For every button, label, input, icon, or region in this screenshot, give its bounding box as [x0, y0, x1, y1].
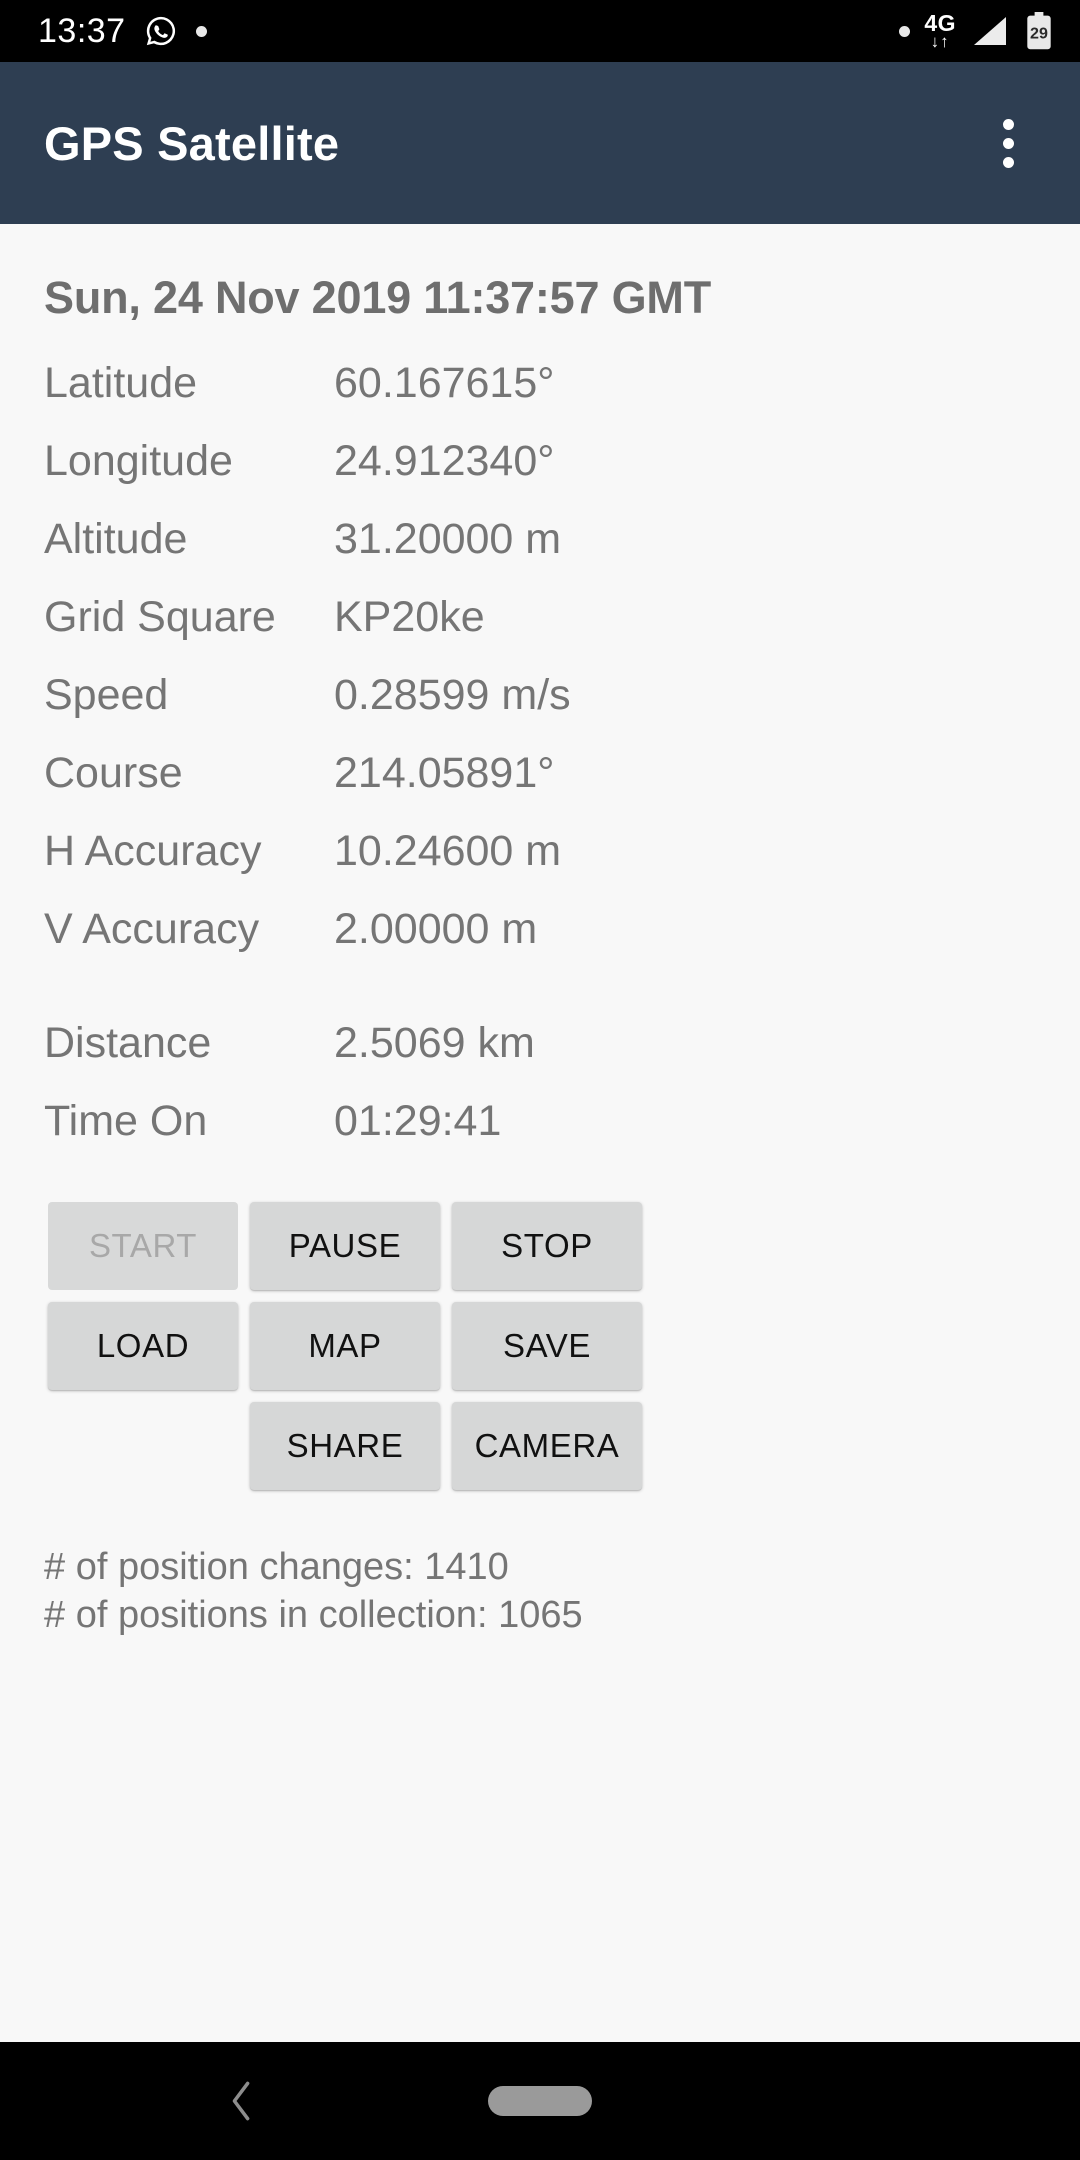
positions-collection-stat: # of positions in collection: 1065	[44, 1593, 583, 1636]
save-button[interactable]: SAVE	[452, 1302, 642, 1390]
table-row: Speed 0.28599 m/s	[44, 656, 1036, 734]
table-row: Course 214.05891°	[44, 734, 1036, 812]
table-row: H Accuracy 10.24600 m	[44, 812, 1036, 890]
position-rows-body: Latitude 60.167615° Longitude 24.912340°…	[44, 344, 1036, 968]
table-row: Time On 01:29:41	[44, 1082, 1036, 1160]
mobile-network-icon: 4G ↓↑	[924, 12, 956, 51]
action-button-grid: START PAUSE STOP LOAD MAP SAVE SHARE CAM…	[44, 1202, 1036, 1490]
row-value: 2.00000 m	[334, 904, 538, 953]
row-value: 01:29:41	[334, 1096, 502, 1145]
row-label: Grid Square	[44, 592, 276, 641]
row-label: Distance	[44, 1018, 212, 1067]
row-value: KP20ke	[334, 592, 485, 641]
stop-button[interactable]: STOP	[452, 1202, 642, 1290]
row-value: 214.05891°	[334, 748, 555, 797]
camera-button[interactable]: CAMERA	[452, 1402, 642, 1490]
position-changes-stat: # of position changes: 1410	[44, 1546, 509, 1588]
overflow-menu-icon[interactable]	[966, 101, 1050, 185]
battery-icon: 29	[1024, 12, 1054, 50]
row-label: Speed	[44, 670, 169, 719]
status-bar: 13:37 4G ↓↑ 29	[0, 0, 1080, 62]
status-bar-right: 4G ↓↑ 29	[899, 12, 1054, 50]
row-label: V Accuracy	[44, 904, 260, 953]
app-title: GPS Satellite	[44, 116, 340, 170]
share-button[interactable]: SHARE	[250, 1402, 440, 1490]
back-chevron-icon[interactable]	[196, 2042, 286, 2160]
row-value: 0.28599 m/s	[334, 670, 571, 719]
row-label: Altitude	[44, 514, 188, 563]
overflow-dot-1	[1002, 118, 1014, 130]
row-value: 24.912340°	[334, 436, 555, 485]
row-label: Course	[44, 748, 183, 797]
row-label: Latitude	[44, 358, 198, 407]
timestamp-header: Sun, 24 Nov 2019 11:37:57 GMT	[44, 272, 712, 323]
track-rows-body: Distance 2.5069 km Time On 01:29:41	[44, 1004, 1036, 1160]
data-transfer-arrows-icon: ↓↑	[930, 32, 950, 51]
position-info-table: Latitude 60.167615° Longitude 24.912340°…	[44, 344, 1036, 968]
table-row: Latitude 60.167615°	[44, 344, 1036, 422]
battery-level-label: 29	[1030, 24, 1048, 42]
table-row: Longitude 24.912340°	[44, 422, 1036, 500]
notification-dot-icon	[195, 25, 207, 37]
main-content: Sun, 24 Nov 2019 11:37:57 GMT Latitude 6…	[0, 224, 1080, 2042]
status-time: 13:37	[38, 12, 126, 50]
status-bar-left: 13:37	[38, 14, 207, 48]
signal-bars-icon	[970, 15, 1010, 47]
statistics-section: # of position changes: 1410 # of positio…	[44, 1544, 1036, 1639]
pause-button[interactable]: PAUSE	[250, 1202, 440, 1290]
table-row: Altitude 31.20000 m	[44, 500, 1036, 578]
app-bar: GPS Satellite	[0, 62, 1080, 224]
section-divider-gap	[44, 968, 1036, 1004]
row-label: Time On	[44, 1096, 208, 1145]
row-value: 10.24600 m	[334, 826, 562, 875]
map-button[interactable]: MAP	[250, 1302, 440, 1390]
system-navigation-bar	[0, 2042, 1080, 2160]
status-dot-icon	[899, 25, 911, 37]
table-row: V Accuracy 2.00000 m	[44, 890, 1036, 968]
table-row: Distance 2.5069 km	[44, 1004, 1036, 1082]
row-label: H Accuracy	[44, 826, 262, 875]
row-value: 60.167615°	[334, 358, 555, 407]
home-pill-icon[interactable]	[488, 2086, 592, 2116]
row-value: 2.5069 km	[334, 1018, 535, 1067]
start-button[interactable]: START	[48, 1202, 238, 1290]
row-value: 31.20000 m	[334, 514, 562, 563]
table-row: Grid Square KP20ke	[44, 578, 1036, 656]
phone-screen: 13:37 4G ↓↑ 29 GPS Satellite Sun, 24 Nov…	[0, 0, 1080, 2160]
overflow-dot-3	[1002, 156, 1014, 168]
load-button[interactable]: LOAD	[48, 1302, 238, 1390]
track-info-table: Distance 2.5069 km Time On 01:29:41	[44, 1004, 1036, 1160]
overflow-dot-2	[1002, 137, 1014, 149]
whatsapp-icon	[144, 14, 178, 48]
row-label: Longitude	[44, 436, 233, 485]
